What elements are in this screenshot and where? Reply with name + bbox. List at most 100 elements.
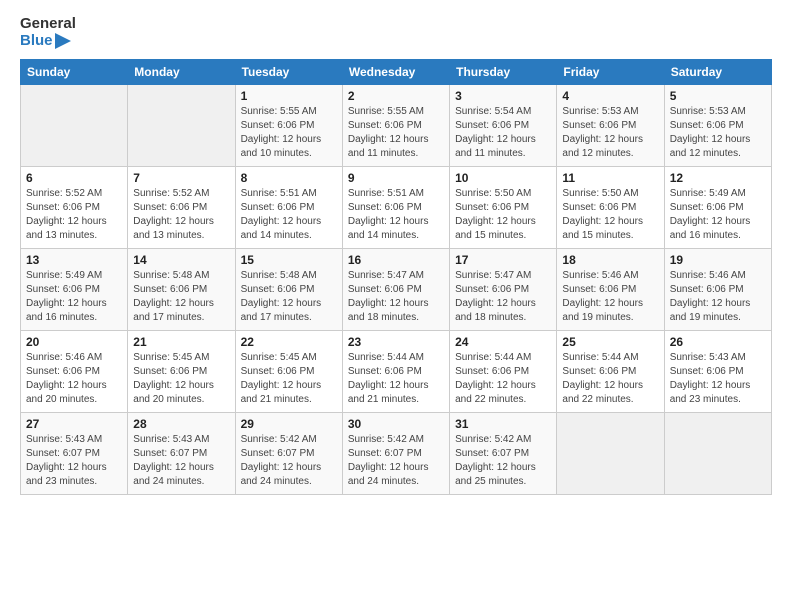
calendar-cell: 28 Sunrise: 5:43 AM Sunset: 6:07 PM Dayli… (128, 413, 235, 495)
day-info: Sunrise: 5:50 AM Sunset: 6:06 PM Dayligh… (455, 187, 551, 243)
day-info: Sunrise: 5:46 AM Sunset: 6:06 PM Dayligh… (670, 269, 766, 325)
day-info: Sunrise: 5:53 AM Sunset: 6:06 PM Dayligh… (670, 105, 766, 161)
header: General Blue (20, 16, 772, 49)
day-number: 18 (562, 253, 658, 267)
day-number: 13 (26, 253, 122, 267)
day-number: 25 (562, 335, 658, 349)
day-info: Sunrise: 5:52 AM Sunset: 6:06 PM Dayligh… (133, 187, 229, 243)
day-number: 27 (26, 417, 122, 431)
day-number: 31 (455, 417, 551, 431)
logo: General Blue (20, 16, 76, 49)
day-number: 20 (26, 335, 122, 349)
calendar-cell: 19 Sunrise: 5:46 AM Sunset: 6:06 PM Dayli… (664, 249, 771, 331)
calendar: SundayMondayTuesdayWednesdayThursdayFrid… (20, 59, 772, 495)
calendar-cell: 26 Sunrise: 5:43 AM Sunset: 6:06 PM Dayli… (664, 331, 771, 413)
day-info: Sunrise: 5:45 AM Sunset: 6:06 PM Dayligh… (133, 351, 229, 407)
day-info: Sunrise: 5:43 AM Sunset: 6:07 PM Dayligh… (133, 433, 229, 489)
day-info: Sunrise: 5:46 AM Sunset: 6:06 PM Dayligh… (26, 351, 122, 407)
day-number: 23 (348, 335, 444, 349)
calendar-week-row: 13 Sunrise: 5:49 AM Sunset: 6:06 PM Dayli… (21, 249, 772, 331)
day-info: Sunrise: 5:51 AM Sunset: 6:06 PM Dayligh… (241, 187, 337, 243)
day-number: 21 (133, 335, 229, 349)
calendar-cell: 3Sunrise: 5:54 AM Sunset: 6:06 PM Daylig… (450, 85, 557, 167)
day-info: Sunrise: 5:54 AM Sunset: 6:06 PM Dayligh… (455, 105, 551, 161)
calendar-cell: 8 Sunrise: 5:51 AM Sunset: 6:06 PM Daylig… (235, 167, 342, 249)
calendar-cell: 2 Sunrise: 5:55 AM Sunset: 6:06 PM Daylig… (342, 85, 449, 167)
calendar-cell: 14Sunrise: 5:48 AM Sunset: 6:06 PM Dayli… (128, 249, 235, 331)
calendar-cell: 10 Sunrise: 5:50 AM Sunset: 6:06 PM Dayli… (450, 167, 557, 249)
calendar-cell: 30 Sunrise: 5:42 AM Sunset: 6:07 PM Dayli… (342, 413, 449, 495)
day-info: Sunrise: 5:43 AM Sunset: 6:06 PM Dayligh… (670, 351, 766, 407)
calendar-cell: 25 Sunrise: 5:44 AM Sunset: 6:06 PM Dayli… (557, 331, 664, 413)
day-info: Sunrise: 5:51 AM Sunset: 6:06 PM Dayligh… (348, 187, 444, 243)
calendar-cell: 1 Sunrise: 5:55 AM Sunset: 6:06 PM Daylig… (235, 85, 342, 167)
day-info: Sunrise: 5:48 AM Sunset: 6:06 PM Dayligh… (241, 269, 337, 325)
day-number: 5 (670, 89, 766, 103)
day-number: 11 (562, 171, 658, 185)
day-number: 15 (241, 253, 337, 267)
day-number: 9 (348, 171, 444, 185)
day-number: 28 (133, 417, 229, 431)
calendar-week-row: 1 Sunrise: 5:55 AM Sunset: 6:06 PM Daylig… (21, 85, 772, 167)
calendar-cell: 11 Sunrise: 5:50 AM Sunset: 6:06 PM Dayli… (557, 167, 664, 249)
calendar-cell: 15 Sunrise: 5:48 AM Sunset: 6:06 PM Dayli… (235, 249, 342, 331)
day-number: 8 (241, 171, 337, 185)
calendar-cell (557, 413, 664, 495)
day-info: Sunrise: 5:43 AM Sunset: 6:07 PM Dayligh… (26, 433, 122, 489)
weekday-header-saturday: Saturday (664, 60, 771, 85)
logo-arrow-icon (55, 33, 71, 49)
day-number: 2 (348, 89, 444, 103)
calendar-cell: 9 Sunrise: 5:51 AM Sunset: 6:06 PM Daylig… (342, 167, 449, 249)
day-number: 26 (670, 335, 766, 349)
day-number: 19 (670, 253, 766, 267)
day-info: Sunrise: 5:55 AM Sunset: 6:06 PM Dayligh… (348, 105, 444, 161)
day-info: Sunrise: 5:42 AM Sunset: 6:07 PM Dayligh… (455, 433, 551, 489)
calendar-week-row: 20 Sunrise: 5:46 AM Sunset: 6:06 PM Dayli… (21, 331, 772, 413)
day-info: Sunrise: 5:47 AM Sunset: 6:06 PM Dayligh… (348, 269, 444, 325)
weekday-header-monday: Monday (128, 60, 235, 85)
day-info: Sunrise: 5:42 AM Sunset: 6:07 PM Dayligh… (348, 433, 444, 489)
calendar-cell: 4 Sunrise: 5:53 AM Sunset: 6:06 PM Daylig… (557, 85, 664, 167)
calendar-cell: 5 Sunrise: 5:53 AM Sunset: 6:06 PM Daylig… (664, 85, 771, 167)
day-info: Sunrise: 5:44 AM Sunset: 6:06 PM Dayligh… (348, 351, 444, 407)
calendar-cell: 23 Sunrise: 5:44 AM Sunset: 6:06 PM Dayli… (342, 331, 449, 413)
day-info: Sunrise: 5:42 AM Sunset: 6:07 PM Dayligh… (241, 433, 337, 489)
weekday-header-row: SundayMondayTuesdayWednesdayThursdayFrid… (21, 60, 772, 85)
weekday-header-wednesday: Wednesday (342, 60, 449, 85)
weekday-header-thursday: Thursday (450, 60, 557, 85)
day-number: 22 (241, 335, 337, 349)
day-info: Sunrise: 5:45 AM Sunset: 6:06 PM Dayligh… (241, 351, 337, 407)
day-number: 4 (562, 89, 658, 103)
calendar-cell: 20 Sunrise: 5:46 AM Sunset: 6:06 PM Dayli… (21, 331, 128, 413)
weekday-header-tuesday: Tuesday (235, 60, 342, 85)
calendar-cell: 29 Sunrise: 5:42 AM Sunset: 6:07 PM Dayli… (235, 413, 342, 495)
day-number: 1 (241, 89, 337, 103)
day-info: Sunrise: 5:49 AM Sunset: 6:06 PM Dayligh… (26, 269, 122, 325)
calendar-cell: 21 Sunrise: 5:45 AM Sunset: 6:06 PM Dayli… (128, 331, 235, 413)
day-info: Sunrise: 5:44 AM Sunset: 6:06 PM Dayligh… (562, 351, 658, 407)
calendar-cell: 31 Sunrise: 5:42 AM Sunset: 6:07 PM Dayli… (450, 413, 557, 495)
day-number: 6 (26, 171, 122, 185)
calendar-cell: 18Sunrise: 5:46 AM Sunset: 6:06 PM Dayli… (557, 249, 664, 331)
weekday-header-sunday: Sunday (21, 60, 128, 85)
day-number: 10 (455, 171, 551, 185)
calendar-cell: 7Sunrise: 5:52 AM Sunset: 6:06 PM Daylig… (128, 167, 235, 249)
calendar-cell (664, 413, 771, 495)
calendar-cell: 12Sunrise: 5:49 AM Sunset: 6:06 PM Dayli… (664, 167, 771, 249)
calendar-cell: 17Sunrise: 5:47 AM Sunset: 6:06 PM Dayli… (450, 249, 557, 331)
calendar-cell (128, 85, 235, 167)
day-info: Sunrise: 5:55 AM Sunset: 6:06 PM Dayligh… (241, 105, 337, 161)
day-info: Sunrise: 5:50 AM Sunset: 6:06 PM Dayligh… (562, 187, 658, 243)
calendar-cell: 22 Sunrise: 5:45 AM Sunset: 6:06 PM Dayli… (235, 331, 342, 413)
day-number: 17 (455, 253, 551, 267)
day-info: Sunrise: 5:44 AM Sunset: 6:06 PM Dayligh… (455, 351, 551, 407)
calendar-cell: 6Sunrise: 5:52 AM Sunset: 6:06 PM Daylig… (21, 167, 128, 249)
logo-general: General (20, 16, 76, 33)
day-number: 14 (133, 253, 229, 267)
day-info: Sunrise: 5:53 AM Sunset: 6:06 PM Dayligh… (562, 105, 658, 161)
calendar-cell: 13 Sunrise: 5:49 AM Sunset: 6:06 PM Dayli… (21, 249, 128, 331)
day-number: 29 (241, 417, 337, 431)
day-number: 30 (348, 417, 444, 431)
day-info: Sunrise: 5:49 AM Sunset: 6:06 PM Dayligh… (670, 187, 766, 243)
calendar-week-row: 27 Sunrise: 5:43 AM Sunset: 6:07 PM Dayli… (21, 413, 772, 495)
